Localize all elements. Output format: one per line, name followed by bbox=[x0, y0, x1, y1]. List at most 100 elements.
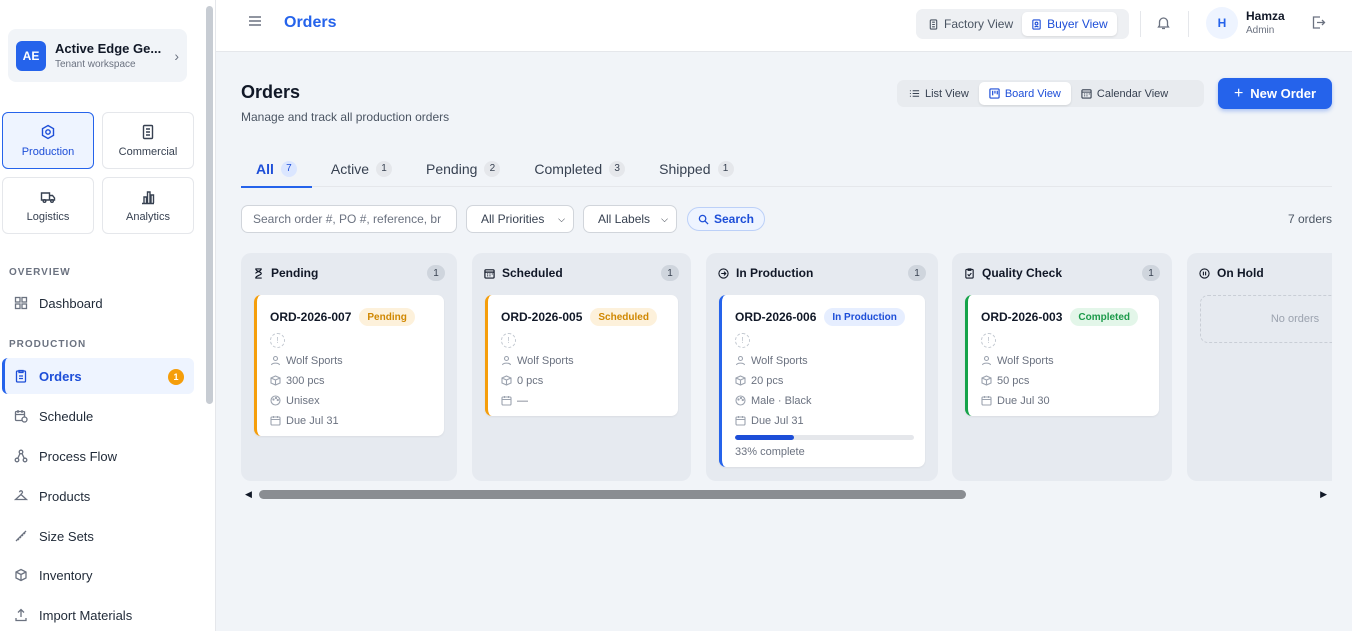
column-count: 1 bbox=[1142, 265, 1160, 281]
buyer-view-button[interactable]: Buyer View bbox=[1022, 12, 1117, 36]
card-meta: Unisex bbox=[270, 393, 432, 408]
new-order-label: New Order bbox=[1250, 86, 1317, 101]
tab-label: Pending bbox=[426, 160, 478, 177]
hamburger-menu-icon[interactable] bbox=[248, 14, 262, 28]
column-header: Scheduled bbox=[484, 266, 563, 280]
board-horizontal-scrollbar[interactable]: ◀ ▶ bbox=[241, 488, 1332, 502]
buyer-name: Wolf Sports bbox=[997, 354, 1054, 367]
order-card[interactable]: ORD-2026-007 Pending ! Wolf Sports 300 p… bbox=[254, 295, 444, 436]
tab-shipped[interactable]: Shipped 1 bbox=[644, 150, 748, 187]
module-logistics[interactable]: Logistics bbox=[2, 177, 94, 234]
buyer-name: Wolf Sports bbox=[286, 354, 343, 367]
labels-select[interactable]: All Labels ⌵ bbox=[583, 205, 677, 233]
tenant-name: Active Edge Ge... bbox=[55, 41, 162, 56]
buyer-view-label: Buyer View bbox=[1047, 17, 1108, 31]
calendar-clock-icon bbox=[14, 410, 28, 423]
page-subtitle: Manage and track all production orders bbox=[241, 110, 450, 124]
progress-bar bbox=[735, 435, 914, 440]
tab-completed[interactable]: Completed 3 bbox=[519, 150, 640, 187]
sidebar-item-import-materials[interactable]: Import Materials bbox=[2, 597, 194, 631]
factory-view-button[interactable]: Factory View bbox=[919, 12, 1022, 36]
sidebar-item-schedule[interactable]: Schedule bbox=[2, 398, 194, 434]
user-avatar[interactable]: H bbox=[1206, 7, 1238, 39]
column-scheduled: Scheduled 1 ORD-2026-005 Scheduled ! Wol… bbox=[472, 253, 691, 481]
sidebar-item-label: Products bbox=[39, 488, 91, 504]
board-view-button[interactable]: Board View bbox=[978, 82, 1071, 105]
calendar-icon bbox=[484, 268, 495, 279]
calendar-view-button[interactable]: Calendar View bbox=[1071, 82, 1178, 105]
list-view-label: List View bbox=[925, 87, 969, 100]
order-card[interactable]: ORD-2026-003 Completed ! Wolf Sports 50 … bbox=[965, 295, 1159, 416]
column-count: 1 bbox=[908, 265, 926, 281]
sidebar-item-label: Import Materials bbox=[39, 607, 133, 623]
calendar-icon bbox=[981, 396, 992, 406]
tab-active[interactable]: Active 1 bbox=[316, 150, 407, 187]
section-label-production: PRODUCTION bbox=[9, 339, 87, 350]
priority-select[interactable]: All Priorities ⌵ bbox=[466, 205, 574, 233]
sidebar-item-label: Orders bbox=[39, 368, 82, 384]
card-buyer: Wolf Sports bbox=[270, 353, 432, 368]
tab-count: 7 bbox=[280, 160, 297, 177]
module-commercial[interactable]: Commercial bbox=[102, 112, 194, 169]
search-input[interactable] bbox=[241, 205, 457, 233]
search-button-label: Search bbox=[713, 212, 755, 226]
column-header: Pending bbox=[253, 266, 318, 280]
calendar-view-label: Calendar View bbox=[1096, 87, 1169, 100]
tab-all[interactable]: All 7 bbox=[241, 150, 312, 188]
list-icon bbox=[909, 90, 920, 97]
factory-view-label: Factory View bbox=[944, 17, 1014, 31]
bell-icon[interactable] bbox=[1156, 15, 1171, 30]
sidebar-item-orders[interactable]: Orders 1 bbox=[2, 358, 194, 394]
order-id: ORD-2026-005 bbox=[501, 310, 583, 324]
calendar-icon bbox=[735, 416, 746, 426]
kanban-icon bbox=[989, 88, 1000, 99]
meta-text: Unisex bbox=[286, 394, 320, 407]
column-title: Pending bbox=[271, 266, 319, 280]
orders-count-badge: 1 bbox=[168, 369, 184, 385]
card-due: Due Jul 31 bbox=[270, 413, 432, 428]
due-date: Due Jul 30 bbox=[997, 394, 1050, 407]
sidebar-item-inventory[interactable]: Inventory bbox=[2, 557, 194, 593]
calendar-icon bbox=[270, 416, 281, 426]
order-id: ORD-2026-003 bbox=[981, 310, 1063, 324]
module-analytics[interactable]: Analytics bbox=[102, 177, 194, 234]
sidebar-item-products[interactable]: Products bbox=[2, 478, 194, 514]
scroll-right-icon[interactable]: ▶ bbox=[1320, 489, 1327, 500]
column-on-hold: On Hold No orders bbox=[1187, 253, 1332, 481]
tenant-avatar: AE bbox=[16, 40, 46, 71]
buyer-name: Wolf Sports bbox=[517, 354, 574, 367]
scrollbar-thumb[interactable] bbox=[259, 490, 966, 499]
column-title: Scheduled bbox=[502, 266, 563, 280]
badge-icon bbox=[1032, 18, 1041, 30]
list-view-button[interactable]: List View bbox=[899, 82, 979, 105]
sidebar-scrollbar[interactable] bbox=[206, 6, 213, 404]
sidebar-item-size-sets[interactable]: Size Sets bbox=[2, 518, 194, 554]
user-icon bbox=[501, 355, 512, 366]
package-icon bbox=[501, 375, 512, 386]
package-icon bbox=[270, 375, 281, 386]
plus-icon: + bbox=[1233, 84, 1244, 102]
user-name: Hamza bbox=[1246, 9, 1285, 23]
module-label: Commercial bbox=[118, 145, 178, 158]
tenant-switcher[interactable]: AE Active Edge Ge... Tenant workspace › bbox=[8, 29, 187, 82]
divider bbox=[1140, 11, 1141, 37]
search-button[interactable]: Search bbox=[687, 207, 765, 231]
order-card[interactable]: ORD-2026-005 Scheduled ! Wolf Sports 0 p… bbox=[485, 295, 678, 416]
sidebar-item-process-flow[interactable]: Process Flow bbox=[2, 438, 194, 474]
tenant-subtitle: Tenant workspace bbox=[55, 59, 136, 70]
card-quantity: 300 pcs bbox=[270, 373, 432, 388]
order-card[interactable]: ORD-2026-006 In Production ! Wolf Sports… bbox=[719, 295, 925, 467]
column-header: Quality Check bbox=[964, 266, 1062, 280]
sidebar-item-dashboard[interactable]: Dashboard bbox=[2, 285, 194, 321]
empty-drop-zone[interactable]: No orders bbox=[1200, 295, 1332, 343]
logout-icon[interactable] bbox=[1311, 15, 1326, 30]
tab-pending[interactable]: Pending 2 bbox=[411, 150, 515, 187]
new-order-button[interactable]: + New Order bbox=[1218, 78, 1332, 109]
due-date: Due Jul 31 bbox=[751, 414, 804, 427]
column-count: 1 bbox=[661, 265, 679, 281]
view-switch: Factory View Buyer View bbox=[916, 9, 1129, 39]
scroll-left-icon[interactable]: ◀ bbox=[245, 489, 252, 500]
tab-count: 2 bbox=[484, 160, 501, 177]
user-icon bbox=[981, 355, 992, 366]
module-production[interactable]: Production bbox=[2, 112, 94, 169]
